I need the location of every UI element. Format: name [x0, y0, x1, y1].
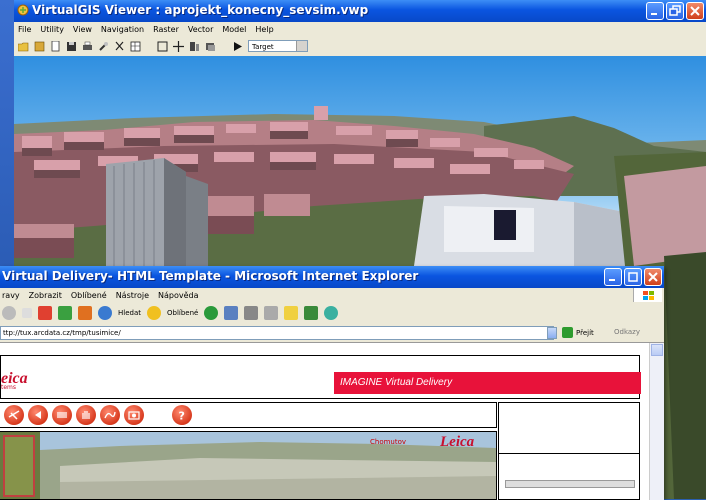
chevron-down-icon[interactable] [296, 41, 307, 51]
ie-window: Virtual Delivery- HTML Template - Micros… [0, 266, 666, 500]
edit-icon[interactable] [264, 306, 279, 320]
search-button[interactable]: Hledat [118, 309, 141, 317]
menu-help[interactable]: Nápověda [158, 291, 199, 300]
help-icon[interactable]: ? [172, 405, 192, 425]
print-icon[interactable] [244, 306, 259, 320]
maximize-icon [628, 272, 638, 282]
menu-raster[interactable]: Raster [153, 25, 179, 34]
panel-control[interactable] [505, 480, 635, 488]
home-icon[interactable] [78, 306, 92, 320]
save-icon[interactable] [66, 41, 77, 52]
stop-icon[interactable] [38, 306, 52, 320]
cut-icon[interactable] [114, 41, 125, 52]
back-icon[interactable] [2, 306, 16, 320]
scroll-up-arrow-icon[interactable] [651, 344, 663, 356]
vgis-title-bar[interactable]: VirtualGIS Viewer : aprojekt_konecny_sev… [14, 0, 706, 22]
forward-icon[interactable] [22, 308, 32, 318]
menu-edit[interactable]: ravy [2, 291, 20, 300]
profile-icon[interactable] [100, 405, 120, 425]
svg-text:?: ? [179, 410, 185, 422]
grid-icon[interactable] [130, 41, 141, 52]
target-select[interactable]: Target [248, 40, 308, 52]
links-button[interactable]: Odkazy [614, 328, 640, 336]
address-url: ttp://tux.arcdata.cz/tmp/tusimice/ [3, 329, 121, 337]
go-button[interactable]: Přejít [562, 327, 594, 338]
select-rectangle-icon[interactable] [157, 41, 168, 52]
minimize-icon [609, 279, 615, 281]
page-content: eica tems IMAGINE Virtual Delivery ? Cho… [0, 342, 664, 500]
view-leica-logo: Leica [440, 434, 475, 450]
layers-icon[interactable] [205, 41, 216, 52]
refresh-icon[interactable] [58, 306, 72, 320]
open-file-icon[interactable] [34, 41, 45, 52]
terrain-render [0, 432, 496, 499]
clear-icon[interactable] [98, 41, 109, 52]
leica-logo: eica tems [1, 370, 28, 391]
print-icon[interactable] [82, 41, 93, 52]
windows-flag-icon [643, 291, 654, 300]
hand-pan-icon[interactable] [76, 405, 96, 425]
maximize-button[interactable] [666, 2, 684, 20]
menu-utility[interactable]: Utility [40, 25, 64, 34]
folder-icon[interactable] [284, 306, 299, 320]
vgis-toolbar: Target [14, 36, 706, 56]
fly-icon[interactable] [4, 405, 24, 425]
close-icon [690, 6, 700, 16]
menu-view[interactable]: View [73, 25, 92, 34]
messenger-icon[interactable] [304, 306, 319, 320]
crosshair-icon[interactable] [173, 40, 184, 52]
close-icon [648, 272, 658, 282]
go-arrow-icon [562, 327, 573, 338]
close-button[interactable] [686, 2, 704, 20]
ie-close-button[interactable] [644, 268, 662, 286]
restore-icon [669, 5, 681, 16]
address-input[interactable]: ttp://tux.arcdata.cz/tmp/tusimice/ [0, 326, 554, 340]
minimize-button[interactable] [646, 2, 664, 20]
navigation-icon-row: ? [0, 402, 497, 428]
address-bar: ttp://tux.arcdata.cz/tmp/tusimice/ Přejí… [0, 324, 664, 342]
info-tool-icon[interactable] [189, 41, 200, 52]
mail-icon[interactable] [224, 306, 239, 320]
address-dropdown[interactable] [547, 327, 557, 339]
ie-maximize-button[interactable] [624, 268, 642, 286]
go-label: Přejít [576, 328, 594, 337]
document-icon[interactable] [50, 40, 61, 52]
layers-nav-icon[interactable] [52, 405, 72, 425]
imagine-virtual-delivery-banner: IMAGINE Virtual Delivery [334, 372, 641, 394]
menu-file[interactable]: File [18, 25, 31, 34]
vgis-title-text: VirtualGIS Viewer : aprojekt_konecny_sev… [32, 3, 369, 17]
open-folder-icon[interactable] [18, 41, 29, 52]
ie-minimize-button[interactable] [604, 268, 622, 286]
vgis-menu-bar: File Utility View Navigation Raster Vect… [14, 22, 706, 36]
menu-help[interactable]: Help [255, 25, 273, 34]
page-banner: eica tems IMAGINE Virtual Delivery [0, 355, 641, 399]
star-icon[interactable] [147, 306, 161, 320]
ie-toolbar: Hledat Oblíbené [0, 302, 666, 324]
back-nav-icon[interactable] [28, 405, 48, 425]
menu-vector[interactable]: Vector [188, 25, 214, 34]
minimize-icon [651, 13, 657, 15]
ie-menu-bar: ravy Zobrazit Oblíbené Nástroje Nápověda [0, 288, 632, 302]
history-icon[interactable] [204, 306, 219, 320]
app-icon [17, 4, 29, 16]
search-icon[interactable] [98, 306, 112, 320]
play-icon[interactable] [232, 41, 243, 52]
camera-icon[interactable] [124, 405, 144, 425]
view-label: Chomutov [370, 438, 407, 446]
target-select-value: Target [252, 43, 274, 51]
ie-title-bar[interactable]: Virtual Delivery- HTML Template - Micros… [0, 266, 664, 288]
menu-model[interactable]: Model [222, 25, 246, 34]
windows-logo [633, 288, 662, 302]
favorites-button[interactable]: Oblíbené [167, 309, 198, 317]
menu-view[interactable]: Zobrazit [29, 291, 62, 300]
virtual-delivery-3d-view[interactable]: Chomutov Leica [0, 431, 497, 500]
vertical-scrollbar[interactable] [649, 343, 664, 500]
menu-favorites[interactable]: Oblíbené [71, 291, 107, 300]
side-panel [498, 402, 640, 500]
research-icon[interactable] [324, 306, 339, 320]
menu-tools[interactable]: Nástroje [116, 291, 149, 300]
ie-title-text: Virtual Delivery- HTML Template - Micros… [2, 269, 419, 283]
menu-navigation[interactable]: Navigation [101, 25, 144, 34]
